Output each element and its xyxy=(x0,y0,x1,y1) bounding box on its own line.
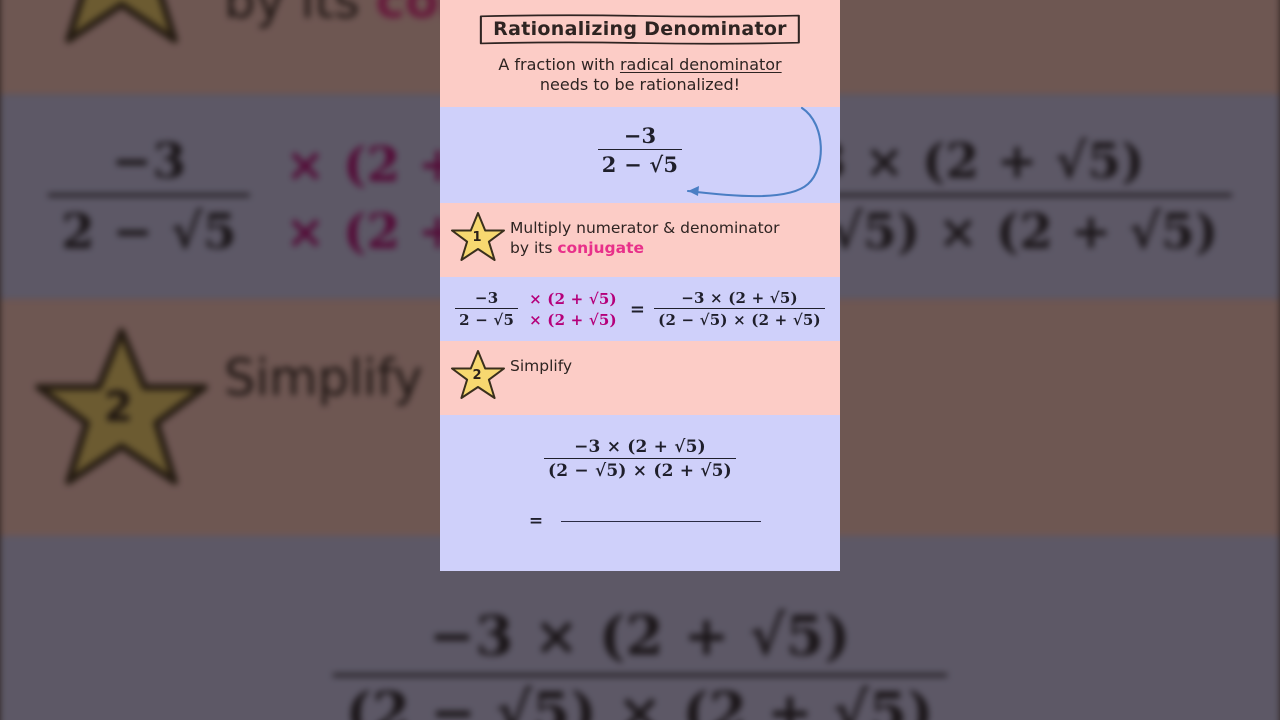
work1-result-denominator: (2 − √5) × (2 + √5) xyxy=(654,308,825,329)
answer-equals-sign: = xyxy=(528,511,544,532)
step-1-number: 1 xyxy=(472,230,482,246)
work1-result-numerator: −3 × (2 + √5) xyxy=(681,289,798,308)
work2-numerator: −3 × (2 + √5) xyxy=(574,437,706,458)
work-step1-band: −3 2 − √5 × (2 + √5) × (2 + √5) = −3 × (… xyxy=(440,277,840,342)
step-1-line1: Multiply numerator & denominator xyxy=(510,219,780,238)
problem-band: −3 2 − √5 xyxy=(440,107,840,204)
work1-multiplier-denominator: × (2 + √5) xyxy=(529,310,617,329)
work-step2-band: −3 × (2 + √5) (2 − √5) × (2 + √5) xyxy=(440,415,840,492)
work1-multiplier-numerator: × (2 + √5) xyxy=(529,289,617,308)
title-box: Rationalizing Denominator xyxy=(479,14,801,45)
title-container: Rationalizing Denominator xyxy=(440,0,840,49)
work-step2-equation: −3 × (2 + √5) (2 − √5) × (2 + √5) xyxy=(446,437,834,481)
step-2-number: 2 xyxy=(472,368,482,384)
work-step1-equation: −3 2 − √5 × (2 + √5) × (2 + √5) = −3 × (… xyxy=(446,289,834,329)
intro-underlined-phrase: radical denominator xyxy=(619,55,782,74)
intro-line2: needs to be rationalized! xyxy=(539,74,741,94)
work1-left-fraction: −3 2 − √5 xyxy=(455,289,519,329)
answer-row: = xyxy=(446,511,834,531)
star-icon: 2 xyxy=(450,349,506,403)
step-2-header: 2 Simplify xyxy=(440,341,840,415)
answer-blank-fraction-bar xyxy=(561,520,762,522)
step-1-band: 1 Multiply numerator & denominator by it… xyxy=(440,203,840,278)
intro-line1-prefix: A fraction with xyxy=(498,55,620,74)
page-title: Rationalizing Denominator xyxy=(493,18,787,40)
step-1-header: 1 Multiply numerator & denominator by it… xyxy=(440,203,840,277)
title-band: Rationalizing Denominator A fraction wit… xyxy=(440,0,840,108)
step-1-text: Multiply numerator & denominator by its … xyxy=(510,213,780,259)
work2-fraction: −3 × (2 + √5) (2 − √5) × (2 + √5) xyxy=(544,437,736,481)
work1-left-denominator: 2 − √5 xyxy=(455,308,519,329)
answer-band: = xyxy=(440,491,840,572)
work1-conjugate-multiplier: × (2 + √5) × (2 + √5) xyxy=(525,290,621,329)
problem-numerator: −3 xyxy=(623,123,657,149)
step-1-keyword: conjugate xyxy=(557,238,645,257)
star-icon: 1 xyxy=(450,211,506,265)
work1-equals-sign: = xyxy=(629,298,646,320)
intro-sentence: A fraction with radical denominator need… xyxy=(440,49,840,107)
video-content-column: Rationalizing Denominator A fraction wit… xyxy=(440,0,840,720)
step-2-line1: Simplify xyxy=(510,357,573,376)
work1-result-fraction: −3 × (2 + √5) (2 − √5) × (2 + √5) xyxy=(654,289,825,329)
problem-denominator: 2 − √5 xyxy=(597,149,683,177)
step-1-line2-prefix: by its xyxy=(510,238,558,257)
step-2-band: 2 Simplify xyxy=(440,341,840,416)
step-2-text: Simplify xyxy=(510,351,572,377)
problem-fraction: −3 2 − √5 xyxy=(440,123,840,177)
work2-denominator: (2 − √5) × (2 + √5) xyxy=(544,458,736,481)
work1-left-numerator: −3 xyxy=(474,289,499,308)
